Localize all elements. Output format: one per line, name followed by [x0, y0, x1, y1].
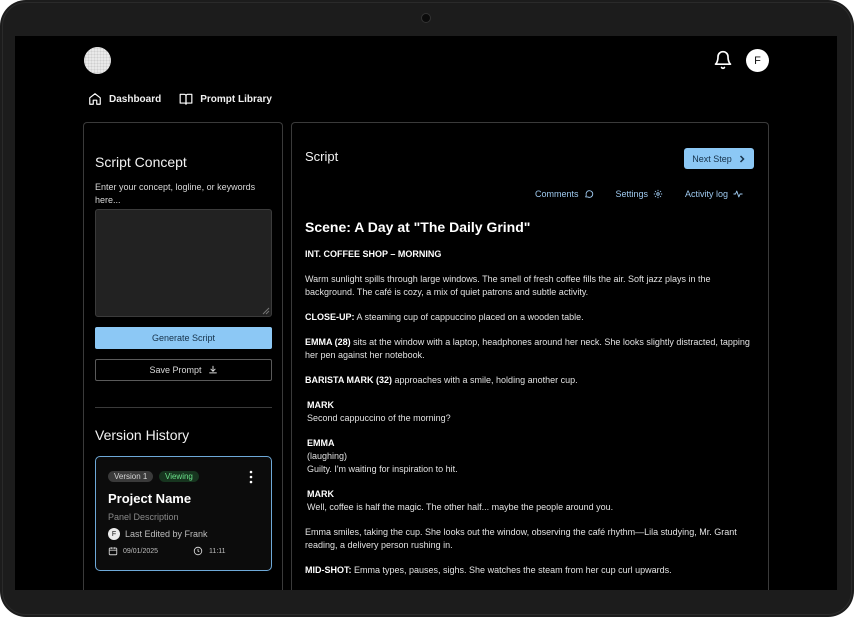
scene-heading-text: INT. COFFEE SHOP – MORNING: [305, 249, 442, 259]
user-avatar[interactable]: F: [746, 49, 769, 72]
dialogue-line: Guilty. I'm waiting for inspiration to h…: [307, 464, 458, 474]
concept-input[interactable]: [95, 209, 272, 317]
chevron-right-icon: [739, 154, 745, 163]
action-text: approaches with a smile, holding another…: [392, 375, 578, 385]
edit-time: 11:11: [209, 547, 226, 555]
version-badge: Version 1: [108, 471, 154, 482]
script-content: Scene: A Day at "The Daily Grind" INT. C…: [305, 219, 760, 589]
meta-row: 09/01/2025 11:11: [108, 546, 226, 556]
dialogue-line: Second cappuccino of the morning?: [307, 413, 451, 423]
comment-icon: [584, 190, 593, 198]
tablet-frame: F Dashboard Prompt Library Script Concep…: [0, 0, 854, 617]
settings-button[interactable]: Settings: [616, 189, 664, 199]
activity-log-label: Activity log: [685, 189, 729, 199]
scene-heading: INT. COFFEE SHOP – MORNING: [305, 248, 760, 261]
bell-icon[interactable]: [713, 50, 733, 70]
script-toolbar: Comments Settings Activity log: [535, 189, 743, 199]
script-title: Script: [305, 149, 339, 164]
activity-log-button[interactable]: Activity log: [685, 189, 743, 199]
dialogue-parenthetical: (laughing): [307, 451, 348, 461]
panel-description: Panel Description: [108, 512, 179, 522]
settings-label: Settings: [615, 189, 649, 199]
last-edited-text: Last Edited by Frank: [125, 529, 208, 539]
main-nav: Dashboard Prompt Library: [88, 92, 272, 106]
script-panel: Script Next Step Comments Settings Activ…: [291, 122, 769, 590]
last-edited-row: F Last Edited by Frank: [108, 528, 208, 540]
save-prompt-button[interactable]: Save Prompt: [95, 359, 272, 381]
home-icon: [89, 93, 101, 105]
concept-panel: Script Concept Enter your concept, logli…: [83, 122, 283, 590]
action-text: sits at the window with a laptop, headph…: [305, 337, 750, 360]
activity-icon: [733, 190, 743, 198]
scene-title: Scene: A Day at "The Daily Grind": [305, 219, 531, 235]
save-prompt-label: Save Prompt: [149, 365, 202, 375]
concept-description: Enter your concept, logline, or keywords…: [95, 182, 256, 205]
generate-script-label: Generate Script: [151, 333, 216, 343]
generate-script-button[interactable]: Generate Script: [95, 327, 272, 349]
concept-title: Script Concept: [95, 154, 187, 170]
more-options-icon[interactable]: [248, 470, 254, 484]
next-step-button[interactable]: Next Step: [684, 148, 754, 169]
resize-grip-icon[interactable]: [262, 307, 270, 315]
next-step-label: Next Step: [692, 153, 732, 164]
character-intro-emma: EMMA (28) sits at the window with a lapt…: [305, 336, 760, 362]
viewing-badge: Viewing: [159, 471, 199, 482]
dialogue-speaker: MARK: [307, 400, 334, 410]
shot-text: Emma types, pauses, sighs. She watches t…: [351, 565, 672, 575]
project-name: Project Name: [108, 491, 192, 506]
dialogue-block: MARK Second cappuccino of the morning?: [305, 399, 760, 425]
download-icon: [208, 365, 217, 374]
dialogue-line: Well, coffee is half the magic. The othe…: [307, 502, 614, 512]
character-intro-mark: BARISTA MARK (32) approaches with a smil…: [305, 374, 760, 387]
editor-avatar: F: [108, 528, 120, 540]
clock-icon: [193, 546, 203, 556]
calendar-icon: [108, 547, 118, 556]
nav-prompt-library[interactable]: Prompt Library: [179, 92, 272, 106]
version-card[interactable]: Version 1 Viewing Project Name Panel Des…: [95, 456, 272, 571]
character-name: EMMA (28): [305, 337, 351, 347]
action-paragraph: Warm sunlight spills through large windo…: [305, 274, 711, 297]
version-history-title: Version History: [95, 427, 190, 443]
app-screen: F Dashboard Prompt Library Script Concep…: [15, 36, 837, 590]
shot-label: CLOSE-UP:: [305, 312, 355, 322]
camera-icon: [421, 13, 431, 23]
shot-midshot: MID-SHOT: Emma types, pauses, sighs. She…: [305, 564, 760, 577]
dialogue-block: EMMA (laughing) Guilty. I'm waiting for …: [305, 437, 760, 476]
nav-dashboard[interactable]: Dashboard: [88, 92, 161, 106]
book-icon: [179, 93, 193, 105]
dialogue-speaker: EMMA: [307, 438, 335, 448]
character-name: BARISTA MARK (32): [305, 375, 392, 385]
dialogue-speaker: MARK: [307, 489, 334, 499]
app-logo[interactable]: [84, 47, 111, 74]
comments-label: Comments: [535, 189, 579, 199]
nav-dashboard-label: Dashboard: [109, 93, 162, 105]
shot-label: MID-SHOT:: [305, 565, 352, 575]
nav-prompt-library-label: Prompt Library: [200, 93, 272, 105]
dialogue-block: MARK Well, coffee is half the magic. The…: [305, 488, 760, 514]
shot-text: A steaming cup of cappuccino placed on a…: [354, 312, 584, 322]
gear-icon: [653, 189, 663, 199]
shot-closeup: CLOSE-UP: A steaming cup of cappuccino p…: [305, 311, 760, 324]
edit-date: 09/01/2025: [123, 547, 159, 555]
divider: [95, 407, 272, 408]
action-paragraph: Emma smiles, taking the cup. She looks o…: [305, 527, 737, 550]
comments-button[interactable]: Comments: [535, 189, 594, 199]
